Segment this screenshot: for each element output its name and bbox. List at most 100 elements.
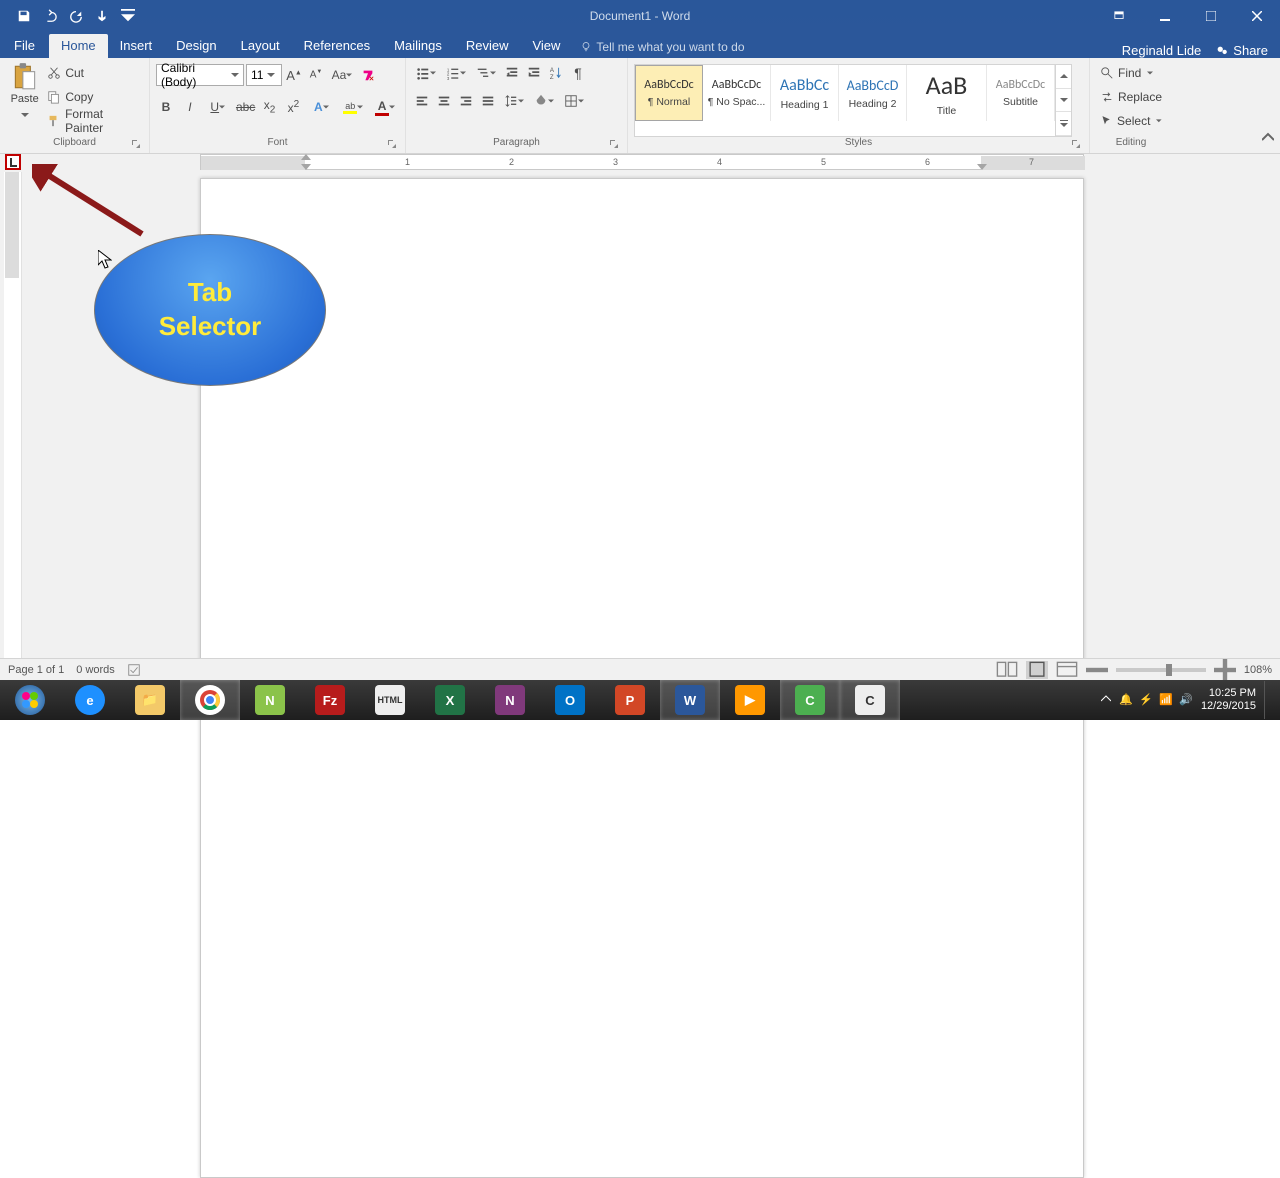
align-center-button[interactable] (434, 90, 454, 112)
start-button[interactable] (0, 680, 60, 720)
minimize-button[interactable] (1142, 0, 1188, 32)
collapse-ribbon-button[interactable] (1262, 131, 1274, 149)
word-count[interactable]: 0 words (76, 664, 115, 676)
tab-review[interactable]: Review (454, 34, 521, 58)
taskbar-chrome[interactable] (180, 680, 240, 720)
decrease-indent-button[interactable] (502, 62, 522, 84)
tray-network-icon[interactable]: 📶 (1159, 693, 1173, 707)
font-launcher[interactable] (387, 139, 397, 149)
shading-button[interactable] (530, 90, 558, 112)
taskbar-filezilla[interactable]: Fz (300, 680, 360, 720)
font-size-combo[interactable]: 11 (246, 64, 282, 86)
redo-button[interactable] (64, 4, 88, 28)
style-normal[interactable]: AaBbCcDc¶ Normal (635, 65, 703, 121)
clear-format-button[interactable] (358, 64, 378, 86)
page-status[interactable]: Page 1 of 1 (8, 664, 64, 676)
text-effects-button[interactable]: A (307, 96, 335, 118)
zoom-level[interactable]: 108% (1244, 664, 1272, 676)
zoom-slider[interactable] (1116, 668, 1206, 672)
show-marks-button[interactable]: ¶ (568, 62, 588, 84)
format-painter-button[interactable]: Format Painter (47, 110, 143, 132)
ribbon-display-button[interactable] (1096, 0, 1142, 32)
vertical-ruler[interactable] (4, 172, 22, 680)
tray-icon-1[interactable]: 🔔 (1119, 693, 1133, 707)
font-name-combo[interactable]: Calibri (Body) (156, 64, 244, 86)
user-name[interactable]: Reginald Lide (1122, 43, 1202, 58)
find-button[interactable]: Find (1096, 62, 1166, 84)
superscript-button[interactable]: x2 (284, 96, 304, 118)
justify-button[interactable] (478, 90, 498, 112)
clock[interactable]: 10:25 PM 12/29/2015 (1201, 687, 1256, 713)
paste-button[interactable]: Paste (6, 60, 43, 137)
zoom-out-button[interactable] (1086, 661, 1108, 679)
tab-view[interactable]: View (520, 34, 572, 58)
italic-button[interactable]: I (180, 96, 200, 118)
tell-me-search[interactable]: Tell me what you want to do (572, 36, 752, 58)
proofing-icon[interactable] (127, 663, 141, 677)
styles-scroll-up[interactable] (1056, 65, 1071, 89)
taskbar-word[interactable]: W (660, 680, 720, 720)
tab-home[interactable]: Home (49, 34, 108, 58)
shrink-font-button[interactable]: A▼ (306, 64, 326, 86)
qat-customize-button[interactable] (116, 4, 140, 28)
maximize-button[interactable] (1188, 0, 1234, 32)
style-heading-1[interactable]: AaBbCcHeading 1 (771, 65, 839, 121)
grow-font-button[interactable]: A▲ (284, 64, 304, 86)
paragraph-launcher[interactable] (609, 139, 619, 149)
multilevel-button[interactable] (472, 62, 500, 84)
tab-references[interactable]: References (292, 34, 382, 58)
strikethrough-button[interactable]: abc (236, 96, 256, 118)
taskbar-notepadpp[interactable]: N (240, 680, 300, 720)
show-desktop-button[interactable] (1264, 681, 1272, 719)
replace-button[interactable]: Replace (1096, 86, 1166, 108)
borders-button[interactable] (560, 90, 588, 112)
styles-expand[interactable] (1056, 112, 1071, 136)
taskbar-camtasia-1[interactable]: C (780, 680, 840, 720)
right-indent[interactable] (977, 164, 987, 170)
bullets-button[interactable] (412, 62, 440, 84)
align-left-button[interactable] (412, 90, 432, 112)
highlight-button[interactable]: ab (339, 96, 367, 118)
tab-layout[interactable]: Layout (229, 34, 292, 58)
style-no-spacing[interactable]: AaBbCcDc¶ No Spac... (703, 65, 771, 121)
tray-icon-2[interactable]: ⚡ (1139, 693, 1153, 707)
close-button[interactable] (1234, 0, 1280, 32)
bold-button[interactable]: B (156, 96, 176, 118)
taskbar-excel[interactable]: X (420, 680, 480, 720)
style-title[interactable]: AaBTitle (907, 65, 987, 121)
copy-button[interactable]: Copy (47, 86, 143, 108)
tab-selector[interactable] (5, 154, 21, 170)
web-layout-button[interactable] (1056, 661, 1078, 679)
styles-scroll-down[interactable] (1056, 89, 1071, 113)
select-button[interactable]: Select (1096, 110, 1166, 132)
underline-button[interactable]: U (204, 96, 232, 118)
read-mode-button[interactable] (996, 661, 1018, 679)
taskbar-onenote[interactable]: N (480, 680, 540, 720)
change-case-button[interactable]: Aa (328, 64, 356, 86)
save-button[interactable] (12, 4, 36, 28)
font-color-button[interactable]: A (371, 96, 399, 118)
sort-button[interactable]: AZ (546, 62, 566, 84)
taskbar-htmlkit[interactable]: HTML (360, 680, 420, 720)
tab-file[interactable]: File (0, 34, 49, 58)
print-layout-button[interactable] (1026, 661, 1048, 679)
taskbar-media[interactable]: ▶ (720, 680, 780, 720)
taskbar-explorer[interactable]: 📁 (120, 680, 180, 720)
numbering-button[interactable]: 123 (442, 62, 470, 84)
style-heading-2[interactable]: AaBbCcDHeading 2 (839, 65, 907, 121)
hanging-indent[interactable] (301, 164, 311, 170)
styles-launcher[interactable] (1071, 139, 1081, 149)
style-subtitle[interactable]: AaBbCcDcSubtitle (987, 65, 1055, 121)
zoom-in-button[interactable] (1214, 661, 1236, 679)
align-right-button[interactable] (456, 90, 476, 112)
subscript-button[interactable]: x2 (260, 96, 280, 118)
taskbar-camtasia-2[interactable]: C (840, 680, 900, 720)
taskbar-powerpoint[interactable]: P (600, 680, 660, 720)
touch-mode-button[interactable] (90, 4, 114, 28)
cut-button[interactable]: Cut (47, 62, 143, 84)
taskbar-outlook[interactable]: O (540, 680, 600, 720)
undo-button[interactable] (38, 4, 62, 28)
clipboard-launcher[interactable] (131, 139, 141, 149)
line-spacing-button[interactable] (500, 90, 528, 112)
tab-insert[interactable]: Insert (108, 34, 165, 58)
